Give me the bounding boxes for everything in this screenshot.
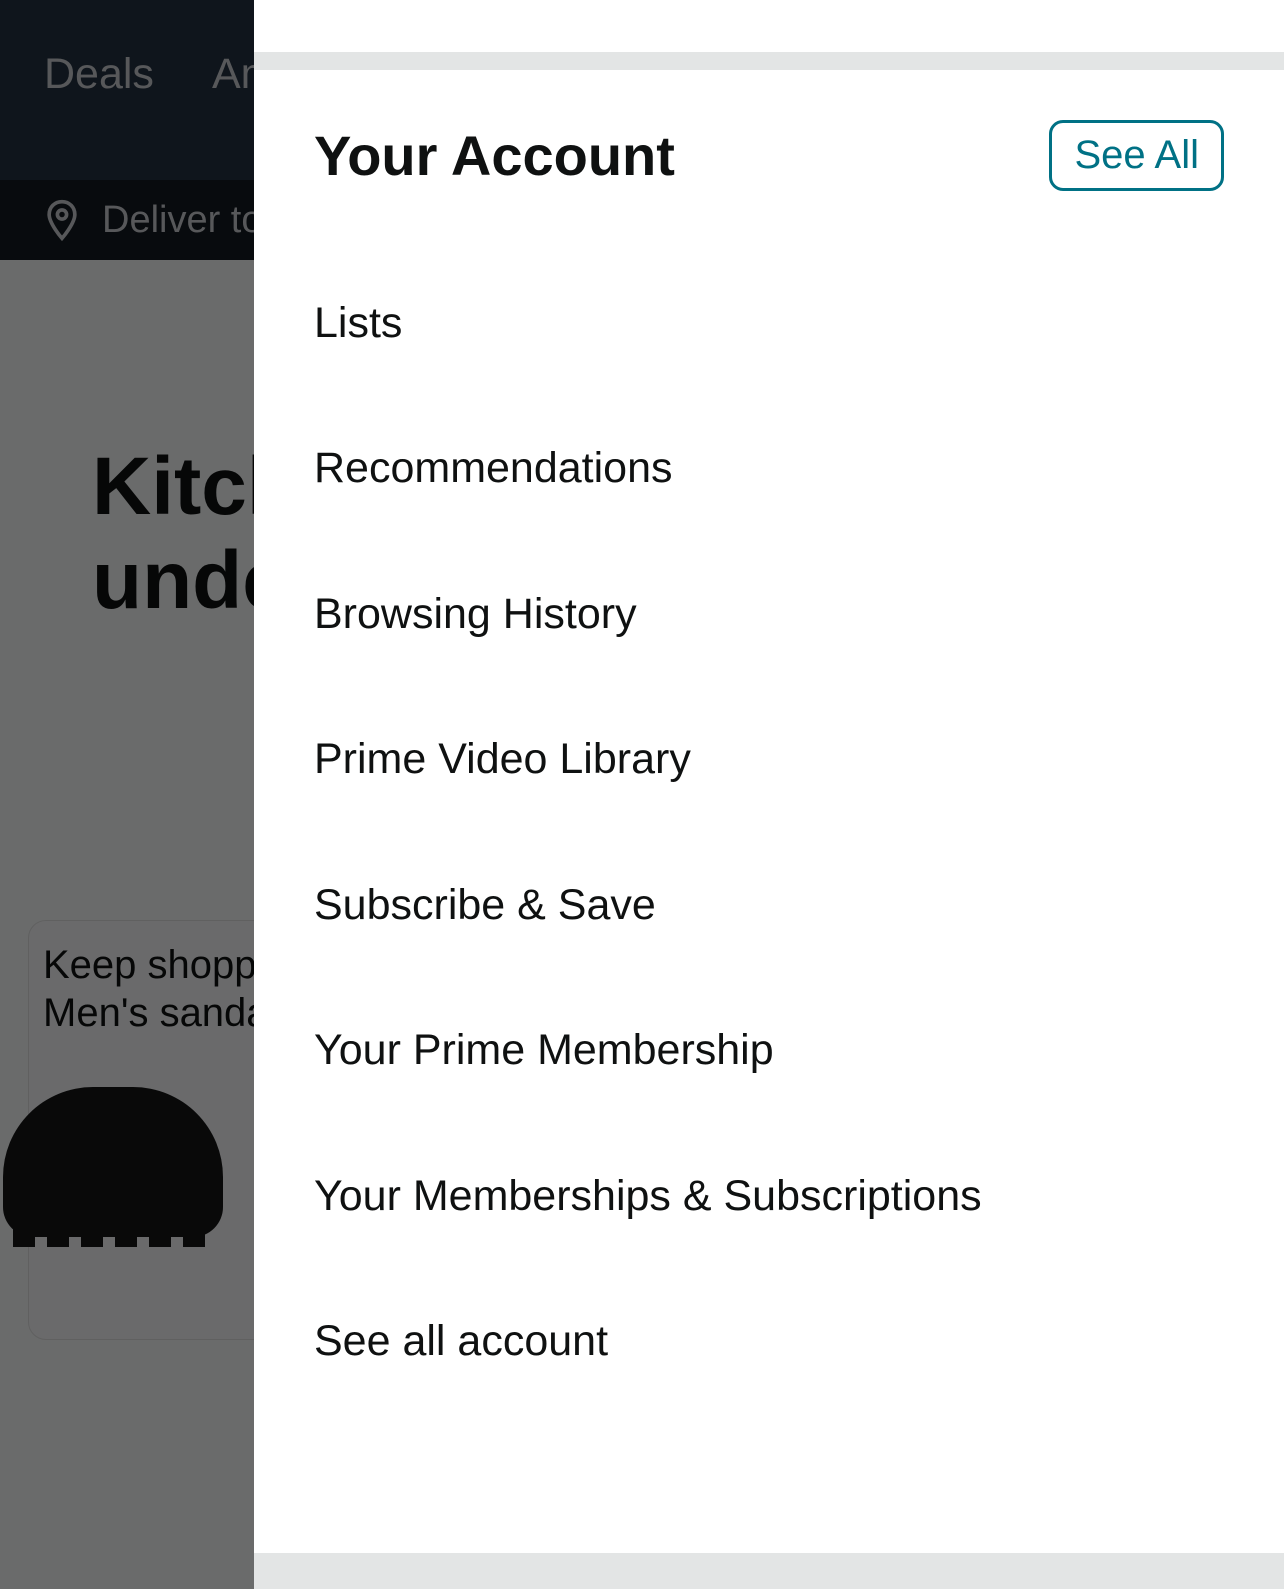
see-all-button[interactable]: See All xyxy=(1049,120,1224,191)
menu-item-subscribe-save[interactable]: Subscribe & Save xyxy=(314,833,1224,978)
menu-item-browsing-history[interactable]: Browsing History xyxy=(314,542,1224,687)
panel-bottom-divider xyxy=(254,1553,1284,1589)
menu-item-see-all-account[interactable]: See all account xyxy=(314,1269,1224,1414)
menu-item-prime-membership[interactable]: Your Prime Membership xyxy=(314,978,1224,1123)
menu-item-memberships-subscriptions[interactable]: Your Memberships & Subscriptions xyxy=(314,1124,1224,1269)
panel-divider xyxy=(254,52,1284,70)
menu-item-recommendations[interactable]: Recommendations xyxy=(314,396,1224,541)
account-side-panel: Your Account See All Lists Recommendatio… xyxy=(254,0,1284,1589)
panel-title: Your Account xyxy=(314,123,675,188)
menu-item-prime-video-library[interactable]: Prime Video Library xyxy=(314,687,1224,832)
menu-item-lists[interactable]: Lists xyxy=(314,251,1224,396)
